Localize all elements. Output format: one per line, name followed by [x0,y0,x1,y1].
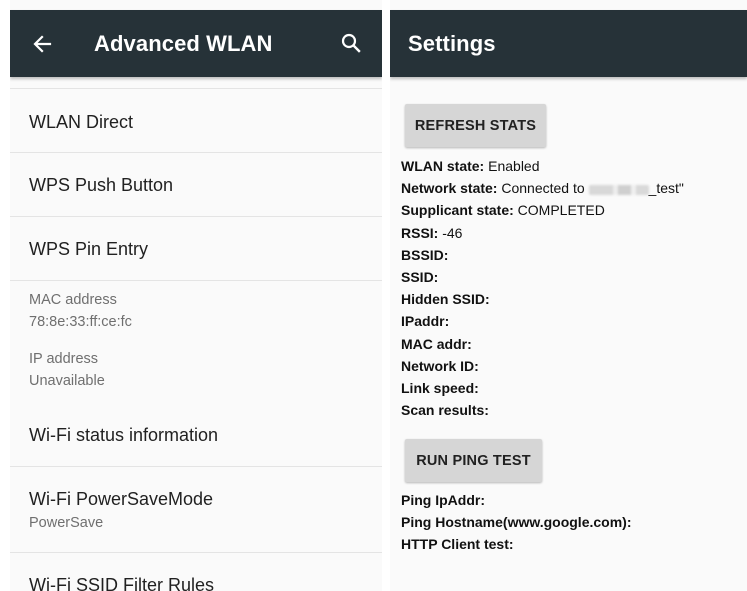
stat-row: Supplicant state: COMPLETED [401,199,684,221]
stat-row: Network ID: [401,355,684,377]
stat-key: Network state: [401,180,498,197]
stat-value: Connected to [497,180,589,197]
item-label: Wi-Fi status information [29,425,219,445]
stat-row: WLAN state: Enabled [401,155,684,177]
stat-key: Network ID: [401,357,479,374]
mac-address-info: MAC address 78:8e:33:ff:ce:fc [10,281,382,341]
item-label: Wi-Fi SSID Filter Rules [29,575,215,591]
redacted-ssid [588,184,649,195]
stat-row: Hidden SSID: [401,288,684,310]
app-bar: Settings [390,10,747,77]
ping-results: Ping IpAddr: Ping Hostname(www.google.co… [401,489,632,556]
ping-key: HTTP Client test: [401,536,514,553]
mac-address-label: MAC address [29,292,117,308]
stat-row: RSSI: -46 [401,222,684,244]
wlan-stats: WLAN state: Enabled Network state: Conne… [401,155,684,421]
stat-value: Enabled [484,158,540,174]
wps-push-button-item[interactable]: WPS Push Button [10,153,382,217]
stat-value: -46 [438,224,463,241]
stat-key: IPaddr: [401,313,450,330]
stat-value: COMPLETED [513,202,605,219]
advanced-wlan-screen: Advanced WLAN WLAN Direct WPS Push Butto… [10,0,382,591]
stat-row: IPaddr: [401,310,684,332]
stat-key: Hidden SSID: [401,291,490,308]
stat-row: Scan results: [401,399,684,421]
item-label: WPS Push Button [29,175,174,195]
stat-row: BSSID: [401,244,684,266]
ping-row: Ping IpAddr: [401,489,632,511]
mac-address-value: 78:8e:33:ff:ce:fc [29,314,132,330]
stat-key: Supplicant state: [401,202,514,219]
wlan-direct-item[interactable]: WLAN Direct [10,89,382,153]
ping-key: Ping Hostname(www.google.com): [401,514,632,531]
item-summary: PowerSave [29,515,104,531]
ping-row: HTTP Client test: [401,533,632,555]
stat-key: RSSI: [401,224,439,241]
wifi-ssid-filter-rules-item[interactable]: Wi-Fi SSID Filter Rules [10,553,382,591]
item-label: WPS Pin Entry [29,239,149,259]
stat-key: Link speed: [401,380,479,397]
stat-key: Scan results: [401,402,489,419]
app-bar: Advanced WLAN [10,10,382,77]
search-icon[interactable] [340,32,362,54]
stat-key: WLAN state: [401,158,485,174]
arrow-back-icon[interactable] [32,33,54,55]
stat-key: SSID: [401,269,439,286]
ping-key: Ping IpAddr: [401,492,485,508]
run-ping-test-button[interactable]: RUN PING TEST [405,439,542,482]
settings-screen: Settings REFRESH STATS WLAN state: Enabl… [390,0,747,591]
stat-row: Network state: Connected to _test" [401,177,684,199]
wifi-powersave-mode-item[interactable]: Wi-Fi PowerSaveMode PowerSave [10,467,382,553]
refresh-stats-button[interactable]: REFRESH STATS [405,104,546,147]
wps-pin-entry-item[interactable]: WPS Pin Entry [10,217,382,281]
page-title: Settings [408,30,496,56]
ip-address-label: IP address [29,351,99,367]
settings-list: WLAN Direct WPS Push Button WPS Pin Entr… [10,88,382,591]
ip-address-info: IP address Unavailable [10,341,382,389]
stat-row: MAC addr: [401,333,684,355]
wifi-status-info-item[interactable]: Wi-Fi status information [10,381,382,467]
stat-row: Link speed: [401,377,684,399]
page-title: Advanced WLAN [94,30,273,56]
item-label: WLAN Direct [29,112,134,132]
ping-row: Ping Hostname(www.google.com): [401,511,632,533]
stat-key: BSSID: [401,246,449,263]
stat-key: MAC addr: [401,335,472,352]
item-label: Wi-Fi PowerSaveMode [29,489,214,509]
stat-value-suffix: _test" [648,180,684,197]
stat-row: SSID: [401,266,684,288]
